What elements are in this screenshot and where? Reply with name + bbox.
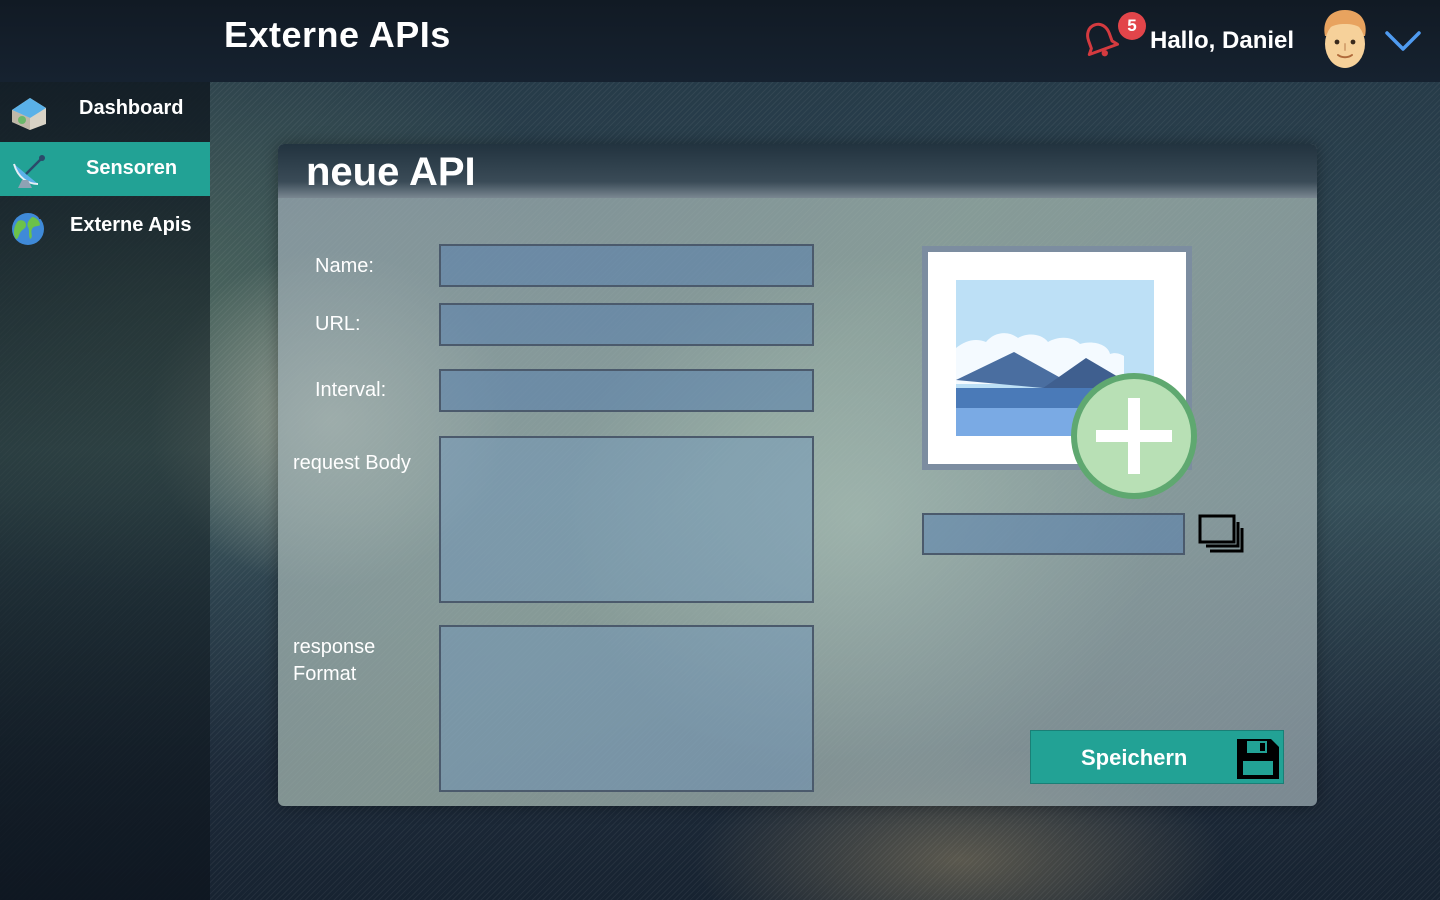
sidebar: Dashboard Sensoren Externe Apis <box>0 82 210 900</box>
request-body-field[interactable] <box>439 436 814 603</box>
page-title: Externe APIs <box>224 14 451 55</box>
interval-label: Interval: <box>315 379 387 401</box>
sidebar-item-externe-apis[interactable]: Externe Apis <box>0 199 210 253</box>
avatar[interactable] <box>1316 6 1374 72</box>
globe-icon <box>12 212 44 245</box>
interval-field[interactable] <box>439 369 814 412</box>
sidebar-item-dashboard[interactable]: Dashboard <box>0 82 210 136</box>
name-label: Name: <box>315 255 374 277</box>
request-body-label: request Body <box>293 452 411 474</box>
top-bar: Externe APIs 5 Hallo, Daniel <box>0 0 1440 82</box>
notification-badge: 5 <box>1118 12 1146 40</box>
save-button-label: Speichern <box>1081 745 1188 770</box>
card-header: neue API <box>278 144 1317 198</box>
url-label: URL: <box>315 313 361 335</box>
sidebar-item-label: Dashboard <box>79 97 184 119</box>
house-icon <box>12 98 46 130</box>
floppy-disk-icon <box>1237 739 1279 779</box>
response-format-label: response Format <box>293 636 376 685</box>
copy-icon[interactable] <box>1198 514 1244 554</box>
sidebar-item-label: Sensoren <box>86 157 178 179</box>
response-format-field[interactable] <box>439 625 814 792</box>
add-image-button[interactable] <box>1070 372 1198 500</box>
name-field[interactable] <box>439 244 814 287</box>
new-api-card: neue API Name: URL: Interval: request Bo… <box>278 144 1317 806</box>
save-button[interactable]: Speichern <box>1030 730 1284 784</box>
sidebar-item-sensoren[interactable]: Sensoren <box>0 142 210 196</box>
bell-icon[interactable] <box>1078 18 1122 62</box>
image-path-field[interactable] <box>922 513 1185 555</box>
satellite-dish-icon <box>13 155 45 188</box>
card-title: neue API <box>306 150 476 194</box>
chevron-down-icon[interactable] <box>1384 28 1422 54</box>
greeting-text: Hallo, Daniel <box>1150 27 1295 54</box>
sidebar-item-label: Externe Apis <box>70 214 192 236</box>
url-field[interactable] <box>439 303 814 346</box>
